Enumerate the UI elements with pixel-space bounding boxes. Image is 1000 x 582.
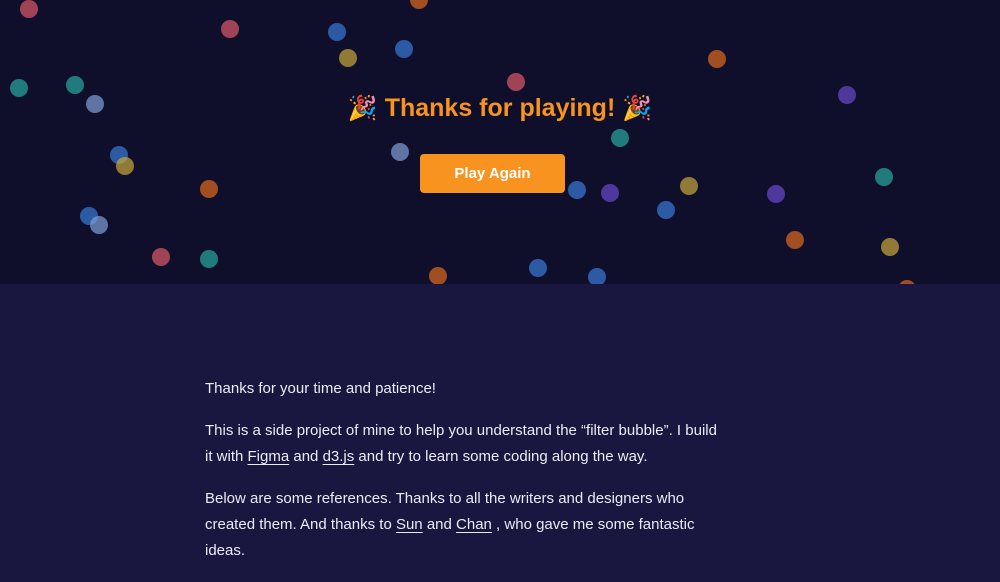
confetti-dot: [410, 0, 428, 9]
confetti-dot: [507, 73, 525, 91]
party-popper-icon: 🎉: [622, 95, 653, 122]
project-paragraph: This is a side project of mine to help y…: [205, 422, 717, 465]
confetti-dot: [20, 0, 38, 18]
confetti-dot: [657, 201, 675, 219]
confetti-dot: [881, 238, 899, 256]
title-text: Thanks for playing!: [384, 94, 616, 122]
confetti-dot: [152, 248, 170, 266]
confetti-dot: [339, 49, 357, 67]
party-popper-icon: 🎉: [347, 95, 378, 122]
confetti-dot: [875, 168, 893, 186]
confetti-dot: [200, 180, 218, 198]
hero-section: 🎉 Thanks for playing! 🎉 Play Again: [0, 0, 1000, 284]
confetti-dot: [680, 177, 698, 195]
confetti-dot: [395, 40, 413, 58]
confetti-dot: [601, 184, 619, 202]
about-content: Thanks for your time and patience! This …: [205, 376, 725, 580]
confetti-dot: [391, 143, 409, 161]
confetti-dot: [116, 157, 134, 175]
page-title: 🎉 Thanks for playing! 🎉: [0, 94, 1000, 123]
confetti-dot: [786, 231, 804, 249]
confetti-dot: [767, 185, 785, 203]
confetti-dot: [221, 20, 239, 38]
confetti-dot: [328, 23, 346, 41]
references-paragraph: Below are some references. Thanks to all…: [205, 490, 695, 559]
confetti-dot: [588, 268, 606, 284]
thanks-paragraph: Thanks for your time and patience!: [205, 380, 436, 397]
figma-link[interactable]: Figma: [248, 448, 290, 465]
confetti-dot: [66, 76, 84, 94]
d3js-link[interactable]: d3.js: [323, 448, 355, 465]
confetti-dot: [429, 267, 447, 284]
confetti-dot: [898, 280, 916, 284]
confetti-dot: [90, 216, 108, 234]
confetti-dot: [611, 129, 629, 147]
play-again-button[interactable]: Play Again: [420, 154, 565, 193]
confetti-dot: [529, 259, 547, 277]
chan-link[interactable]: Chan: [456, 516, 492, 533]
confetti-dot: [708, 50, 726, 68]
sun-link[interactable]: Sun: [396, 516, 423, 533]
confetti-dot: [200, 250, 218, 268]
confetti-dot: [568, 181, 586, 199]
